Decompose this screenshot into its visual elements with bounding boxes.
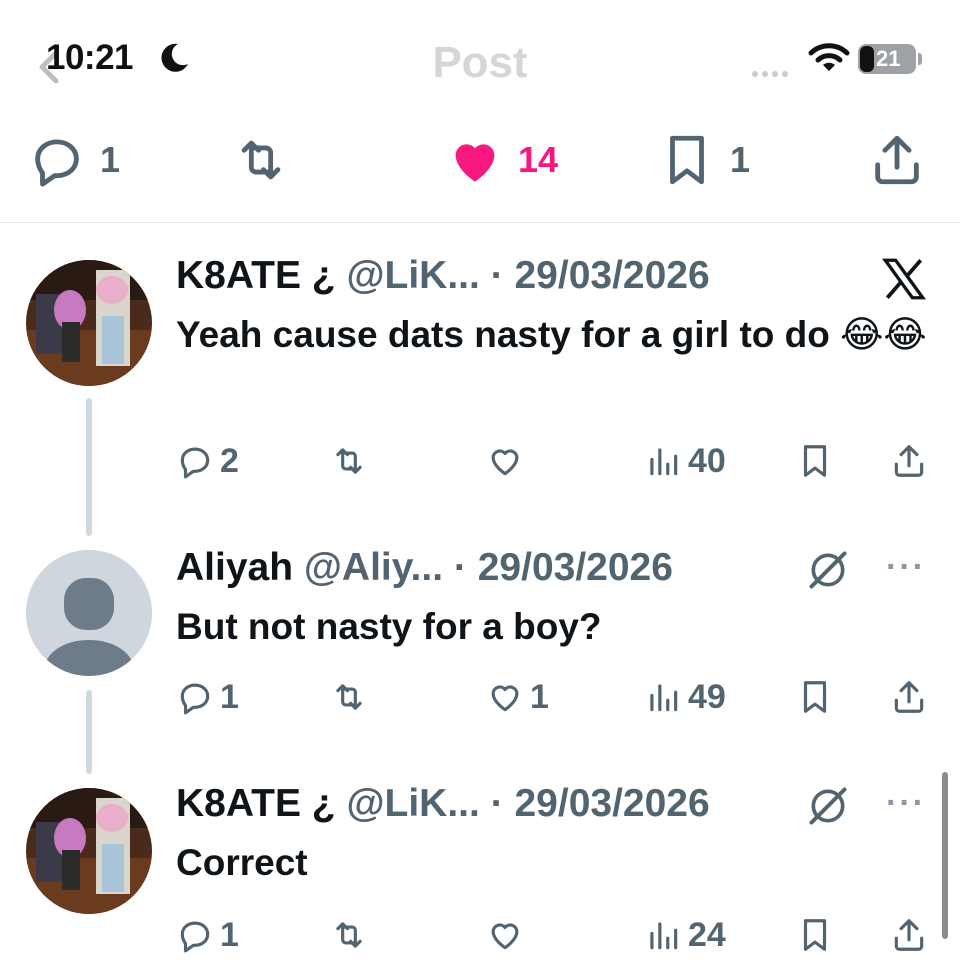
post-date: · 29/03/2026 (453, 546, 673, 589)
views-button[interactable]: 40 (644, 436, 726, 486)
reply-icon (180, 683, 210, 715)
battery-tip (918, 53, 922, 65)
bookmark-count: 1 (730, 139, 751, 180)
repost-button[interactable] (330, 672, 368, 722)
more-options-icon[interactable]: ··· (886, 784, 926, 823)
post-header: K8ATE ¿ @LiK... · 29/03/2026 (176, 782, 710, 826)
post-text: Yeah cause dats nasty for a girl to do 😂… (176, 314, 927, 355)
views-icon (650, 684, 678, 712)
share-button[interactable] (890, 436, 928, 486)
post-actions: 1 1 49 (176, 672, 936, 722)
more-options-icon[interactable]: ··· (886, 548, 926, 587)
share-button[interactable] (890, 672, 928, 722)
bookmark-icon (803, 445, 827, 477)
post-header: K8ATE ¿ @LiK... · 29/03/2026 (176, 254, 710, 298)
repost-icon (336, 448, 362, 474)
repost-icon (241, 140, 281, 180)
reply-button[interactable]: 1 (28, 130, 120, 190)
share-button[interactable] (890, 910, 928, 960)
avatar[interactable] (26, 260, 152, 386)
reply-icon (180, 447, 210, 479)
thread-line (86, 690, 92, 774)
signal-dots-icon (752, 64, 792, 82)
reply-count: 2 (220, 441, 239, 480)
display-name[interactable]: K8ATE ¿ (176, 254, 336, 297)
post-date: · 29/03/2026 (490, 254, 710, 297)
post-actions: 2 40 (176, 436, 936, 486)
heart-icon (491, 449, 519, 476)
share-icon (875, 135, 919, 185)
share-icon (894, 919, 924, 951)
battery-icon: 21 (858, 44, 916, 74)
reply-button[interactable]: 1 (176, 910, 239, 960)
bookmark-icon (670, 135, 704, 185)
views-icon (650, 448, 678, 476)
bookmark-button[interactable]: 1 (658, 130, 750, 190)
battery-level: 21 (876, 46, 901, 71)
user-handle[interactable]: @LiK... (346, 254, 479, 297)
bookmark-icon (803, 681, 827, 713)
x-logo-icon (881, 258, 927, 300)
reply-count: 1 (220, 677, 239, 716)
like-button[interactable] (486, 436, 530, 486)
avatar-default[interactable] (26, 550, 152, 676)
heart-icon (491, 685, 519, 712)
default-user-icon (26, 550, 152, 676)
repost-icon (336, 922, 362, 948)
view-count: 40 (688, 441, 726, 480)
like-button[interactable]: 14 (446, 130, 558, 190)
views-icon (650, 922, 678, 950)
divider (0, 222, 960, 223)
like-count: 14 (518, 139, 559, 180)
like-count: 1 (530, 677, 549, 716)
scrollbar[interactable] (942, 772, 948, 939)
reply-button[interactable]: 1 (176, 672, 239, 722)
reply-icon (180, 921, 210, 953)
bookmark-button[interactable] (796, 910, 834, 960)
avatar[interactable] (26, 788, 152, 914)
like-button[interactable]: 1 (486, 672, 549, 722)
share-icon (894, 445, 924, 477)
user-handle[interactable]: @LiK... (346, 782, 479, 825)
share-button[interactable] (868, 130, 926, 190)
profile-photo (26, 788, 152, 914)
like-button[interactable] (486, 910, 530, 960)
reply-count: 1 (220, 915, 239, 954)
heart-filled-icon (455, 144, 495, 182)
view-count: 24 (688, 915, 726, 954)
view-count: 49 (688, 677, 726, 716)
share-icon (894, 681, 924, 713)
reply-icon (35, 139, 79, 187)
heart-icon (491, 923, 519, 950)
display-name[interactable]: K8ATE ¿ (176, 782, 336, 825)
display-name[interactable]: Aliyah (176, 546, 293, 589)
repost-icon (336, 684, 362, 710)
views-button[interactable]: 24 (644, 910, 726, 960)
user-handle[interactable]: @Aliy... (304, 546, 443, 589)
reply-count: 1 (100, 139, 121, 180)
repost-button[interactable] (232, 130, 290, 190)
post-actions: 1 24 (176, 910, 936, 960)
bookmark-icon (803, 919, 827, 951)
bookmark-button[interactable] (796, 672, 834, 722)
grok-icon[interactable] (806, 548, 850, 592)
post-text: But not nasty for a boy? (176, 606, 602, 647)
bookmark-button[interactable] (796, 436, 834, 486)
wifi-icon (808, 43, 850, 71)
grok-icon[interactable] (806, 784, 850, 828)
post-date: · 29/03/2026 (490, 782, 710, 825)
repost-button[interactable] (330, 436, 368, 486)
reply-button[interactable]: 2 (176, 436, 239, 486)
post-text: Correct (176, 842, 308, 883)
post-header: Aliyah @Aliy... · 29/03/2026 (176, 546, 673, 590)
thread-line (86, 398, 92, 536)
profile-photo (26, 260, 152, 386)
views-button[interactable]: 49 (644, 672, 726, 722)
repost-button[interactable] (330, 910, 368, 960)
